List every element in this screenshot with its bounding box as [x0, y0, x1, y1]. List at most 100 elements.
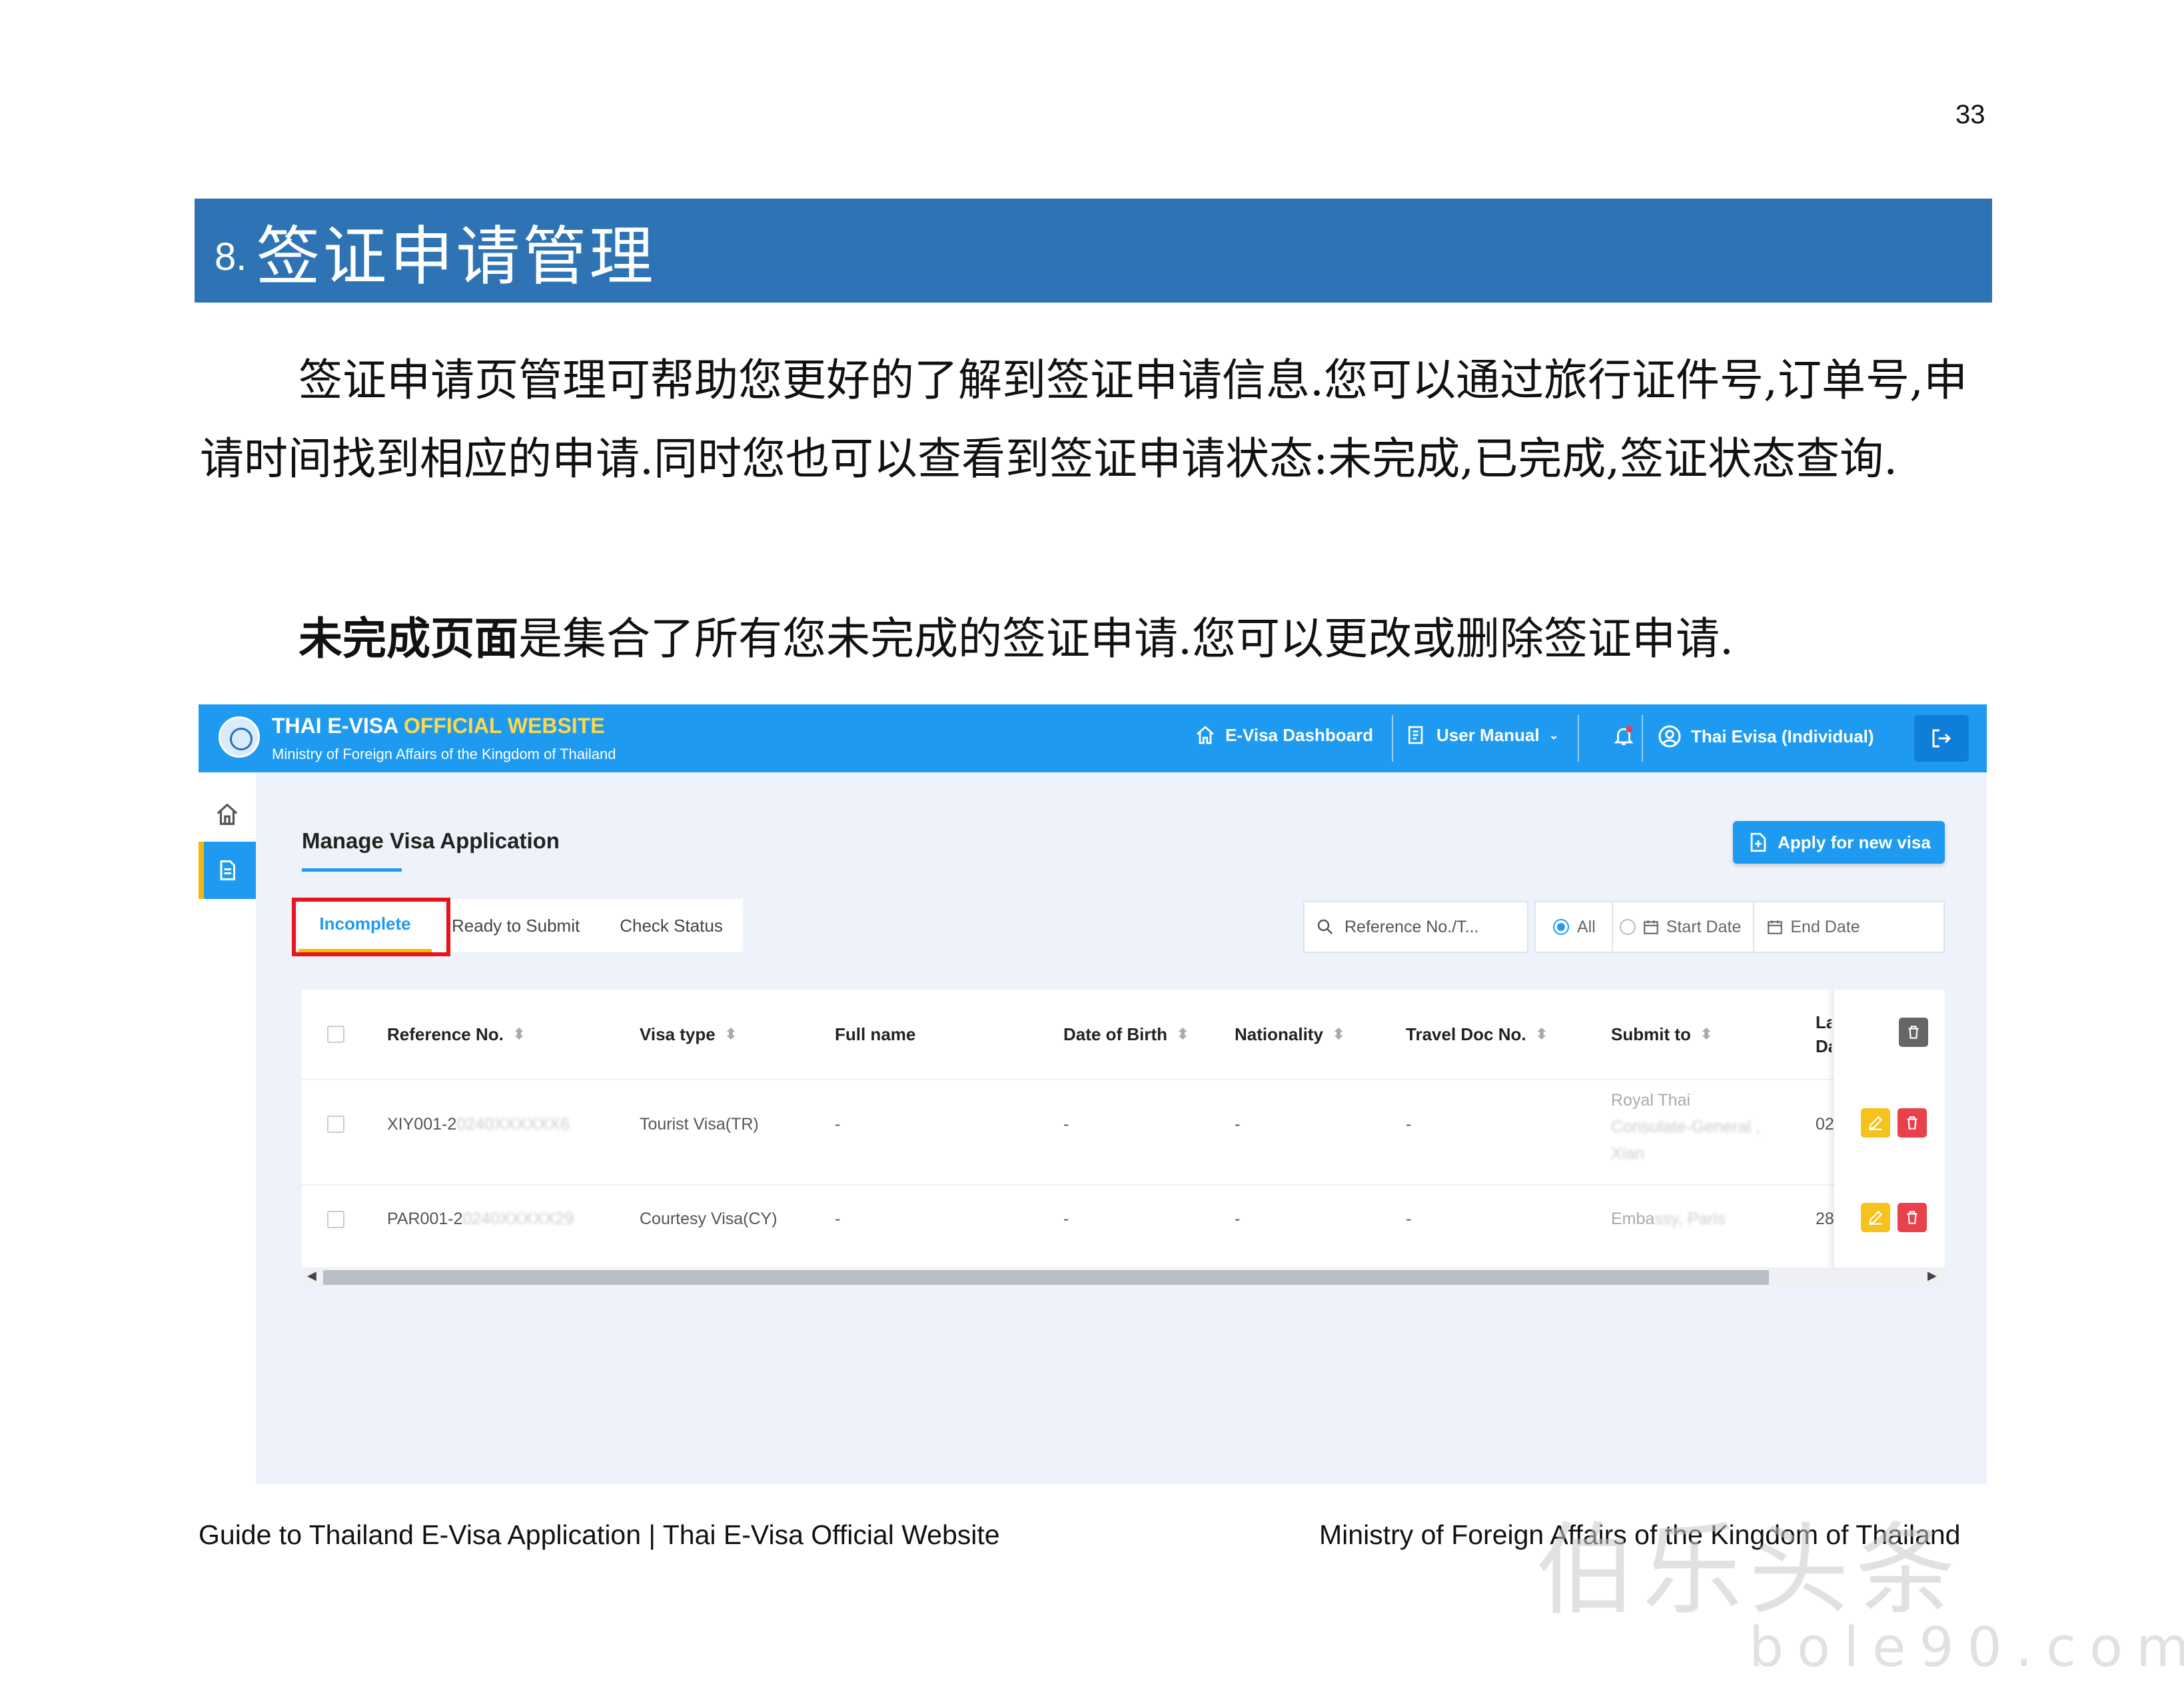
search-icon: [1317, 919, 1333, 934]
submit-to-line: Xian: [1611, 1144, 1645, 1163]
column-header-nationality[interactable]: Nationality ⬍: [1235, 990, 1345, 1079]
trash-icon: [1907, 1116, 1917, 1130]
column-label: Full name: [835, 1024, 916, 1044]
tab-ready-to-submit[interactable]: Ready to Submit: [432, 899, 600, 952]
logout-button[interactable]: [1914, 715, 1969, 762]
cell-travel-doc: -: [1406, 1115, 1412, 1134]
notification-bell-button[interactable]: [1612, 724, 1635, 747]
nav-user-manual[interactable]: User Manual ⌄: [1406, 724, 1559, 746]
cell-last-date: 28: [1816, 1210, 1834, 1228]
cell-dob: -: [1063, 1115, 1069, 1134]
reference-redacted: 0240XXXXXX6: [456, 1115, 570, 1134]
section-number: 8.: [215, 235, 247, 279]
submit-to-line: Emba: [1611, 1210, 1655, 1228]
brand-title-main: THAI E-VISA: [272, 714, 398, 738]
column-header-last-date: La Da: [1816, 990, 1832, 1079]
nav-divider: [1642, 715, 1643, 762]
delete-application-button[interactable]: [1898, 1108, 1927, 1138]
start-date-picker[interactable]: Start Date: [1613, 918, 1754, 937]
column-header-submit-to[interactable]: Submit to ⬍: [1611, 990, 1712, 1079]
sidebar-item-home[interactable]: [212, 799, 243, 830]
column-header-dob[interactable]: Date of Birth ⬍: [1063, 990, 1189, 1079]
filter-all-radio[interactable]: All: [1536, 918, 1612, 937]
column-header-visa-type[interactable]: Visa type ⬍: [640, 990, 737, 1079]
row-divider: [302, 1184, 1945, 1186]
column-header-reference[interactable]: Reference No. ⬍: [387, 990, 525, 1079]
actions-column: [1834, 990, 1945, 1276]
scrollbar-thumb[interactable]: [323, 1270, 1769, 1285]
brand-title-highlight: OFFICIAL WEBSITE: [403, 714, 605, 738]
trash-icon: [1907, 1211, 1917, 1224]
sidebar-item-manage-visa[interactable]: [199, 842, 256, 899]
submit-to-line: ssy, Paris: [1654, 1210, 1726, 1228]
scroll-left-arrow-icon[interactable]: ◀: [307, 1269, 316, 1283]
bulk-delete-button[interactable]: [1899, 1018, 1928, 1047]
sort-icon: ⬍: [512, 1026, 526, 1042]
column-header-travel-doc[interactable]: Travel Doc No. ⬍: [1406, 990, 1548, 1079]
applications-table: Reference No. ⬍ Visa type ⬍ Full name Date…: [302, 990, 1945, 1276]
left-sidebar: [199, 772, 256, 1484]
ministry-seal-logo: [219, 716, 260, 758]
radio-selected-icon: [1553, 919, 1569, 935]
incomplete-paragraph: 未完成页面是集合了所有您未完成的签证申请.您可以更改或删除签证申请.: [200, 600, 1992, 678]
delete-application-button[interactable]: [1898, 1203, 1927, 1232]
incomplete-paragraph-text: 是集合了所有您未完成的签证申请.您可以更改或删除签证申请.: [518, 613, 1734, 664]
cell-reference[interactable]: XIY001-20240XXXXXX6: [387, 1115, 570, 1134]
select-all-checkbox[interactable]: [327, 1026, 344, 1043]
cell-full-name: -: [835, 1115, 841, 1134]
table-horizontal-scrollbar[interactable]: ◀ ▶: [302, 1267, 1945, 1286]
sort-icon: ⬍: [1177, 1026, 1189, 1042]
cell-visa-type: Courtesy Visa(CY): [640, 1210, 778, 1228]
user-circle-icon: [1658, 725, 1681, 748]
edit-application-button[interactable]: [1861, 1203, 1890, 1232]
nav-divider: [1578, 715, 1579, 762]
row-checkbox[interactable]: [327, 1211, 344, 1228]
watermark-text: 伯乐头条: [1536, 1513, 1963, 1629]
end-date-picker[interactable]: End Date: [1754, 918, 1872, 937]
cell-submit-to: Royal Thai Consulate-General , Xian: [1611, 1087, 1760, 1167]
calendar-icon: [1768, 920, 1783, 934]
watermark-url: bole90.com: [1749, 1616, 2184, 1679]
search-placeholder: Reference No./T...: [1345, 917, 1479, 936]
edit-application-button[interactable]: [1861, 1108, 1890, 1138]
nav-evisa-dashboard[interactable]: E-Visa Dashboard: [1195, 724, 1373, 746]
reference-search-input[interactable]: Reference No./T...: [1303, 901, 1528, 953]
cell-submit-to: Embassy, Paris: [1611, 1210, 1726, 1229]
column-label: Date of Birth: [1063, 1024, 1167, 1044]
apply-new-visa-button[interactable]: Apply for new visa: [1733, 821, 1945, 864]
column-label: Nationality: [1235, 1024, 1323, 1044]
page-number: 33: [1955, 100, 1985, 129]
nav-user-profile[interactable]: Thai Evisa (Individual): [1658, 724, 1874, 748]
incomplete-page-term: 未完成页面: [298, 613, 518, 664]
section-title: 签证申请管理: [256, 219, 656, 294]
cell-reference[interactable]: PAR001-20240XXXXX29: [387, 1210, 574, 1229]
sort-icon: ⬍: [1535, 1026, 1548, 1042]
reference-visible: PAR001-2: [387, 1210, 463, 1228]
column-label: Submit to: [1611, 1024, 1691, 1044]
calendar-icon: [1643, 920, 1658, 934]
row-checkbox[interactable]: [327, 1116, 344, 1133]
start-date-label: Start Date: [1666, 917, 1742, 936]
tab-check-status[interactable]: Check Status: [600, 899, 743, 952]
document-icon: [220, 860, 235, 880]
column-label: Travel Doc No.: [1406, 1024, 1526, 1044]
nav-user-name: Thai Evisa (Individual): [1691, 726, 1874, 746]
end-date-label: End Date: [1790, 917, 1860, 936]
site-brand-title[interactable]: THAI E-VISA OFFICIAL WEBSITE: [272, 714, 605, 738]
home-icon: [1197, 726, 1214, 744]
site-brand-subtitle: Ministry of Foreign Affairs of the Kingd…: [272, 746, 616, 762]
sort-icon: ⬍: [1332, 1026, 1345, 1042]
home-icon: [217, 803, 238, 825]
pencil-icon: [1868, 1210, 1883, 1225]
column-header-full-name: Full name: [835, 990, 915, 1079]
page-title: Manage Visa Application: [302, 828, 560, 853]
cell-visa-type: Tourist Visa(TR): [640, 1115, 759, 1134]
cell-full-name: -: [835, 1210, 841, 1228]
reference-redacted: 0240XXXXX29: [462, 1210, 574, 1228]
footer-guide-title: Guide to Thailand E-Visa Application | T…: [199, 1519, 1000, 1550]
submit-to-line: Consulate-General ,: [1611, 1118, 1760, 1136]
intro-paragraph: 签证申请页管理可帮助您更好的了解到签证申请信息.您可以通过旅行证件号,订单号,申…: [200, 355, 1967, 484]
scroll-right-arrow-icon[interactable]: ▶: [1927, 1269, 1937, 1283]
nav-user-manual-label: User Manual: [1436, 724, 1540, 745]
nav-evisa-dashboard-label: E-Visa Dashboard: [1225, 724, 1374, 745]
